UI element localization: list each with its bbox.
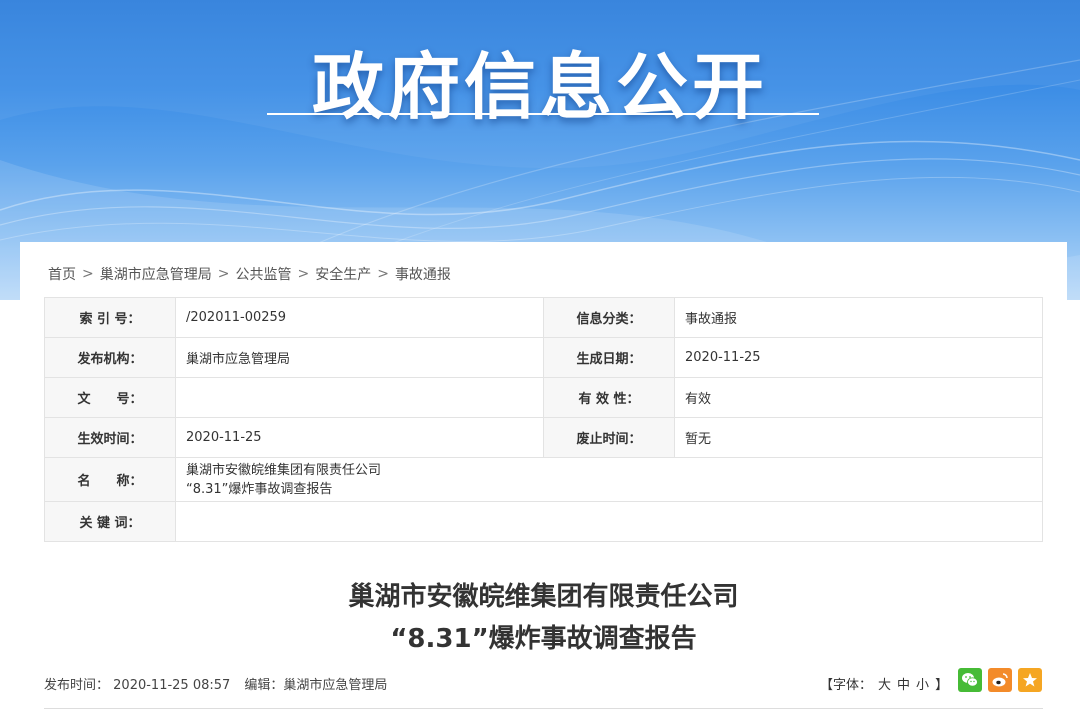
weibo-share-button[interactable] [988, 668, 1012, 692]
table-row: 关 键 词： [44, 501, 1043, 542]
qzone-share-button[interactable] [1018, 668, 1042, 692]
table-row: 发布机构： 巢湖市应急管理局 生成日期： 2020-11-25 [44, 337, 1043, 378]
breadcrumb: 首页 > 巢湖市应急管理局 > 公共监管 > 安全生产 > 事故通报 [48, 264, 451, 284]
article-title-line2: “8.31”爆炸事故调查报告 [390, 624, 697, 654]
qzone-icon [1023, 673, 1037, 687]
index-value: /202011-00259 [175, 297, 544, 338]
breadcrumb-separator: > [82, 266, 94, 282]
name-value-line2: “8.31”爆炸事故调查报告 [186, 481, 333, 497]
breadcrumb-home-link[interactable]: 首页 [48, 264, 76, 284]
wechat-icon [962, 673, 978, 687]
expire-date-label: 废止时间： [543, 417, 675, 458]
publisher-value: 巢湖市应急管理局 [175, 337, 544, 378]
breadcrumb-separator: > [297, 266, 310, 282]
breadcrumb-supervision-link[interactable]: 公共监管 [235, 264, 291, 284]
editor-value: 巢湖市应急管理局 [283, 678, 388, 693]
publish-time-label: 发布时间： [44, 678, 110, 693]
category-value: 事故通报 [674, 297, 1043, 338]
name-value: 巢湖市安徽皖维集团有限责任公司 “8.31”爆炸事故调查报告 [175, 457, 1043, 502]
doc-number-value [175, 377, 544, 418]
article-title-line1: 巢湖市安徽皖维集团有限责任公司 [348, 582, 739, 612]
font-size-small-button[interactable]: 小 [916, 674, 929, 693]
doc-number-label: 文 号： [44, 377, 176, 418]
category-label: 信息分类： [543, 297, 675, 338]
effective-date-label: 生效时间： [44, 417, 176, 458]
table-row: 生效时间： 2020-11-25 废止时间： 暂无 [44, 417, 1043, 458]
font-size-close: 】 [935, 678, 949, 693]
created-date-label: 生成日期： [543, 337, 675, 378]
publisher-label: 发布机构： [44, 337, 176, 378]
meta-divider [44, 708, 1043, 709]
font-size-switcher: 【字体： 大 中 小 】 [820, 674, 948, 693]
table-row: 文 号： 有 效 性： 有效 [44, 377, 1043, 418]
article-meta: 发布时间： 2020-11-25 08:57 编辑：巢湖市应急管理局 [44, 674, 387, 693]
created-date-value: 2020-11-25 [674, 337, 1043, 378]
name-value-line1: 巢湖市安徽皖维集团有限责任公司 [186, 462, 382, 478]
content-card: 首页 > 巢湖市应急管理局 > 公共监管 > 安全生产 > 事故通报 索 引 号… [20, 242, 1067, 719]
publish-time-value: 2020-11-25 08:57 [113, 678, 231, 693]
info-table: 索 引 号： /202011-00259 信息分类： 事故通报 发布机构： 巢湖… [44, 297, 1043, 542]
name-label: 名 称： [44, 457, 176, 502]
font-size-medium-button[interactable]: 中 [897, 674, 910, 693]
banner-title: 政府信息公开 [311, 45, 768, 129]
article-title: 巢湖市安徽皖维集团有限责任公司 “8.31”爆炸事故调查报告 [20, 576, 1067, 660]
breadcrumb-safety-link[interactable]: 安全生产 [315, 264, 371, 284]
expire-date-value: 暂无 [674, 417, 1043, 458]
banner-underline [267, 113, 819, 115]
breadcrumb-bureau-link[interactable]: 巢湖市应急管理局 [100, 264, 212, 284]
publish-time: 发布时间： 2020-11-25 08:57 [44, 674, 230, 693]
keywords-value [175, 501, 1043, 542]
breadcrumb-accident-link[interactable]: 事故通报 [395, 264, 451, 284]
font-size-open: 【字体： [820, 678, 873, 693]
breadcrumb-separator: > [217, 266, 230, 282]
table-row: 索 引 号： /202011-00259 信息分类： 事故通报 [44, 297, 1043, 338]
share-buttons [958, 668, 1042, 692]
validity-label: 有 效 性： [543, 377, 675, 418]
breadcrumb-separator: > [377, 266, 389, 282]
weibo-icon [992, 673, 1008, 687]
index-label: 索 引 号： [44, 297, 176, 338]
keywords-label: 关 键 词： [44, 501, 176, 542]
table-row: 名 称： 巢湖市安徽皖维集团有限责任公司 “8.31”爆炸事故调查报告 [44, 457, 1043, 502]
font-size-large-button[interactable]: 大 [878, 674, 891, 693]
wechat-share-button[interactable] [958, 668, 982, 692]
editor: 编辑：巢湖市应急管理局 [244, 674, 387, 693]
effective-date-value: 2020-11-25 [175, 417, 544, 458]
editor-label: 编辑： [244, 678, 284, 693]
validity-value: 有效 [674, 377, 1043, 418]
